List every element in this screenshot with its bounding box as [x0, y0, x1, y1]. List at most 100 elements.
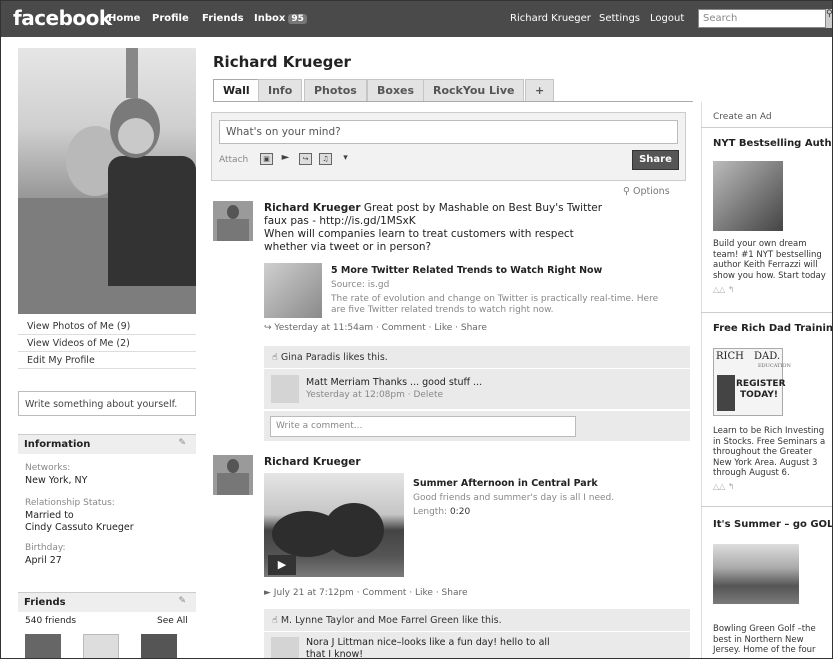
post-likes: ☝ M. Lynne Taylor and Moe Farrel Green l… — [264, 609, 690, 631]
profile-picture[interactable] — [18, 48, 196, 314]
top-nav-bar: facebook Home Profile Friends Inbox 95 Ri… — [1, 1, 833, 37]
information-header: Information ✎ — [18, 434, 196, 454]
ad-like-icons[interactable]: △△ ↰ — [713, 285, 735, 294]
post-link-line[interactable]: faux pas - http://is.gd/1MSxK — [264, 215, 416, 228]
link-title[interactable]: 5 More Twitter Related Trends to Watch R… — [331, 265, 602, 276]
networks-value[interactable]: New York, NY — [25, 475, 87, 486]
comment-meta[interactable]: Yesterday at 12:08pm · Delete — [306, 390, 443, 400]
friends-count: 540 friends — [25, 616, 77, 626]
tabs-divider — [213, 101, 693, 102]
ad-image-text: TODAY! — [740, 390, 778, 400]
add-tab-button[interactable]: + — [525, 79, 555, 101]
comment: Nora J Littman nice–looks like a fun day… — [264, 632, 690, 659]
create-ad-link[interactable]: Create an Ad — [713, 112, 772, 122]
comment-input[interactable]: Write a comment... — [270, 416, 576, 437]
comment-text: that I know! — [306, 649, 364, 659]
ad-title[interactable]: NYT Bestselling Autho — [713, 138, 832, 149]
ad-body[interactable]: Build your own dream team! #1 NYT bestse… — [713, 239, 832, 281]
commenter-avatar[interactable] — [271, 375, 299, 403]
nav-home[interactable]: Home — [108, 13, 140, 24]
status-input[interactable]: What's on your mind? — [219, 120, 678, 144]
play-icon[interactable]: ▶ — [268, 555, 296, 575]
relationship-value: Married to — [25, 510, 74, 521]
post-text-line: Great post by Mashable on Best Buy's Twi… — [363, 202, 603, 214]
ad-title[interactable]: It's Summer – go GOLF — [713, 519, 832, 530]
link-attach-icon[interactable]: ↪ — [299, 153, 312, 165]
avatar-body — [217, 473, 249, 495]
comment: Matt Merriam Thanks ... good stuff ... Y… — [264, 369, 690, 409]
friends-header: Friends ✎ — [18, 592, 196, 612]
friend-thumbnail[interactable] — [141, 634, 177, 658]
commenter-avatar[interactable] — [271, 637, 299, 658]
ad-image-text: RICH — [716, 351, 744, 362]
video-attach-icon[interactable]: ► — [279, 153, 292, 165]
view-photos-link[interactable]: View Photos of Me (9) — [18, 319, 196, 335]
post-meta-text[interactable]: July 21 at 7:12pm · Comment · Like · Sha… — [274, 588, 468, 598]
tab-wall[interactable]: Wall — [213, 79, 260, 101]
post-meta-text[interactable]: Yesterday at 11:54am · Comment · Like · … — [274, 323, 486, 333]
avatar-head — [227, 205, 239, 219]
nav-friends[interactable]: Friends — [202, 13, 244, 24]
link-source: Source: is.gd — [331, 280, 390, 290]
search-icon: ⚲ — [623, 186, 630, 197]
link-description: are five Twitter related trends to watch… — [331, 305, 554, 315]
more-attachments-icon[interactable]: ▾ — [339, 153, 352, 165]
ad-body[interactable]: Learn to be Rich Investing in Stocks. Fr… — [713, 426, 832, 479]
nav-profile[interactable]: Profile — [152, 13, 189, 24]
comment-text: Nora J Littman nice–looks like a fun day… — [306, 637, 550, 648]
share-button[interactable]: Share — [632, 150, 679, 170]
feed-options-link[interactable]: ⚲ Options — [623, 186, 670, 197]
comment-body: Matt Merriam Thanks ... good stuff ... — [306, 376, 482, 389]
likes-text[interactable]: M. Lynne Taylor and Moe Farrel Green lik… — [281, 615, 502, 626]
tab-rockyou-live[interactable]: RockYou Live — [423, 79, 525, 101]
profile-name: Richard Krueger — [213, 53, 351, 71]
search-icon: ⚲ — [826, 9, 833, 19]
video-title[interactable]: Summer Afternoon in Central Park — [413, 478, 598, 489]
nav-settings[interactable]: Settings — [599, 13, 640, 24]
comment-text: Thanks ... good stuff ... — [372, 377, 483, 388]
photo-child-body — [108, 156, 196, 286]
nav-user-name[interactable]: Richard Krueger — [510, 13, 591, 24]
inbox-count-badge: 95 — [288, 14, 307, 24]
see-all-friends-link[interactable]: See All — [157, 616, 188, 626]
music-attach-icon[interactable]: ♫ — [319, 153, 332, 165]
video-tree — [324, 503, 384, 557]
video-description: Good friends and summer's day is all I n… — [413, 493, 615, 503]
ad-image[interactable]: RICH DAD. EDUCATION REGISTER TODAY! — [713, 348, 791, 416]
pencil-icon[interactable]: ✎ — [178, 438, 186, 448]
link-icon: ↪ — [264, 323, 272, 333]
ad-title[interactable]: Free Rich Dad Training — [713, 323, 832, 334]
photo-attach-icon[interactable]: ▣ — [260, 153, 273, 165]
tab-boxes[interactable]: Boxes — [367, 79, 425, 101]
post-author-name[interactable]: Richard Krueger — [264, 456, 361, 469]
avatar-body — [217, 219, 249, 241]
friend-thumbnail[interactable] — [25, 634, 61, 658]
friend-thumbnail[interactable] — [83, 634, 119, 658]
relationship-person[interactable]: Cindy Cassuto Krueger — [25, 522, 134, 533]
search-button[interactable]: ⚲ — [826, 9, 833, 28]
ad-image[interactable] — [713, 161, 783, 231]
edit-profile-link[interactable]: Edit My Profile — [18, 353, 196, 369]
tab-photos[interactable]: Photos — [304, 79, 367, 101]
nav-logout[interactable]: Logout — [650, 13, 684, 24]
nav-inbox[interactable]: Inbox 95 — [254, 13, 307, 24]
commenter-name[interactable]: Matt Merriam — [306, 377, 370, 388]
post-author-avatar[interactable] — [213, 201, 253, 241]
video-length: Length: 0:20 — [413, 507, 470, 518]
video-thumbnail[interactable]: ▶ — [264, 473, 404, 577]
view-videos-link[interactable]: View Videos of Me (2) — [18, 336, 196, 352]
post-author-name[interactable]: Richard Krueger — [264, 202, 361, 214]
likes-text[interactable]: Gina Paradis likes this. — [281, 352, 388, 363]
search-input[interactable]: Search — [698, 9, 826, 28]
ad-image[interactable] — [713, 544, 799, 604]
ad-body[interactable]: Bowling Green Golf –the best in Northern… — [713, 624, 832, 656]
about-me-input[interactable]: Write something about yourself. — [18, 391, 196, 416]
attach-label: Attach — [219, 155, 249, 165]
tab-info[interactable]: Info — [258, 79, 303, 101]
pencil-icon[interactable]: ✎ — [178, 596, 186, 606]
ad-like-icons[interactable]: △△ ↰ — [713, 482, 735, 491]
facebook-logo[interactable]: facebook — [13, 6, 112, 30]
link-thumbnail[interactable] — [264, 263, 322, 318]
post-author-avatar[interactable] — [213, 455, 253, 495]
post-likes: ☝ Gina Paradis likes this. — [264, 346, 690, 368]
